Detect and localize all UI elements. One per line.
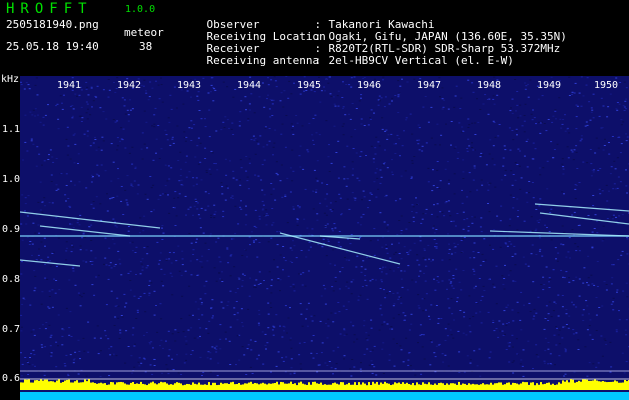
x-tick-label: 1941 [57,80,82,91]
info-label: Receiving antenna [206,54,320,67]
spectrogram-canvas [20,76,629,400]
filename-label: 2505181940.png [6,18,99,31]
y-tick-label: 1.1 [2,124,21,135]
noise-layer [20,76,629,377]
x-tick-label: 1944 [237,80,262,91]
x-tick-label: 1948 [477,80,502,91]
y-tick-label: 0.6 [2,373,21,384]
x-tick-label: 1945 [297,80,322,91]
meteor-echo [534,203,629,212]
info-row-antenna: Receiving antenna: 2el-HB9CV Vertical (el… [206,54,514,67]
x-tick-label: 1943 [177,80,202,91]
x-tick-label: 1950 [594,80,619,91]
meteor-echo [539,212,629,225]
hrofft-window: HROFFT 1.0.0 2505181940.png meteor 25.05… [0,0,629,400]
y-axis-unit: kHz [1,74,20,85]
app-version: 1.0.0 [125,4,156,15]
x-tick-label: 1946 [357,80,382,91]
y-tick-label: 0.9 [2,224,21,235]
signal-level-bar [20,379,629,390]
x-tick-label: 1947 [417,80,442,91]
y-tick-label: 1.0 [2,174,21,185]
y-tick-label: 0.8 [2,274,21,285]
y-tick-label: 0.7 [2,324,21,335]
info-value: 2el-HB9CV Vertical (el. E-W) [328,54,514,67]
base-bar [20,392,629,400]
x-tick-label: 1942 [117,80,142,91]
x-tick-label: 1949 [537,80,562,91]
spectrogram [20,76,629,400]
detect-type-label: meteor [124,26,164,39]
detect-count: 38 [139,40,153,53]
app-title: HROFFT [6,1,93,17]
datetime-label: 25.05.18 19:40 [6,40,99,53]
